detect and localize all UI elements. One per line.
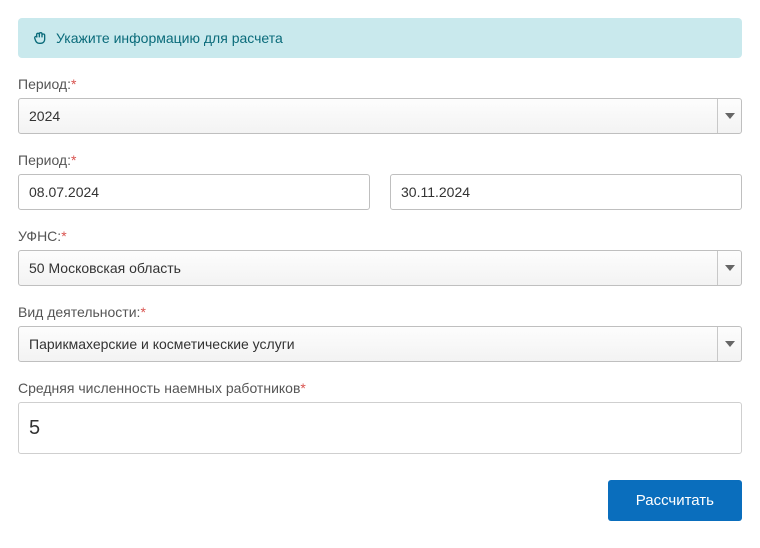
- info-banner-text: Укажите информацию для расчета: [56, 30, 283, 46]
- ufns-field: УФНС:* 50 Московская область: [18, 228, 742, 286]
- period-year-value: 2024: [29, 108, 60, 124]
- activity-label: Вид деятельности:*: [18, 304, 742, 320]
- ufns-select[interactable]: 50 Московская область: [18, 250, 742, 286]
- period-year-label: Период:*: [18, 76, 742, 92]
- ufns-value: 50 Московская область: [29, 260, 181, 276]
- employees-input[interactable]: 5: [18, 402, 742, 454]
- chevron-down-icon: [717, 251, 741, 285]
- period-dates-label: Период:*: [18, 152, 742, 168]
- period-dates-field: Период:* 08.07.2024 30.11.2024: [18, 152, 742, 210]
- employees-value: 5: [29, 417, 40, 440]
- pointing-hand-icon: [32, 30, 48, 46]
- activity-select[interactable]: Парикмахерские и косметические услуги: [18, 326, 742, 362]
- ufns-label: УФНС:*: [18, 228, 742, 244]
- period-year-field: Период:* 2024: [18, 76, 742, 134]
- chevron-down-icon: [717, 327, 741, 361]
- date-from-value: 08.07.2024: [29, 184, 99, 200]
- info-banner: Укажите информацию для расчета: [18, 18, 742, 58]
- calculate-button[interactable]: Рассчитать: [608, 480, 742, 521]
- date-to-value: 30.11.2024: [401, 184, 470, 200]
- employees-field: Средняя численность наемных работников* …: [18, 380, 742, 454]
- date-to-input[interactable]: 30.11.2024: [390, 174, 742, 210]
- activity-value: Парикмахерские и косметические услуги: [29, 336, 295, 352]
- employees-label: Средняя численность наемных работников*: [18, 380, 742, 396]
- chevron-down-icon: [717, 99, 741, 133]
- period-year-select[interactable]: 2024: [18, 98, 742, 134]
- activity-field: Вид деятельности:* Парикмахерские и косм…: [18, 304, 742, 362]
- button-row: Рассчитать: [18, 480, 742, 521]
- date-from-input[interactable]: 08.07.2024: [18, 174, 370, 210]
